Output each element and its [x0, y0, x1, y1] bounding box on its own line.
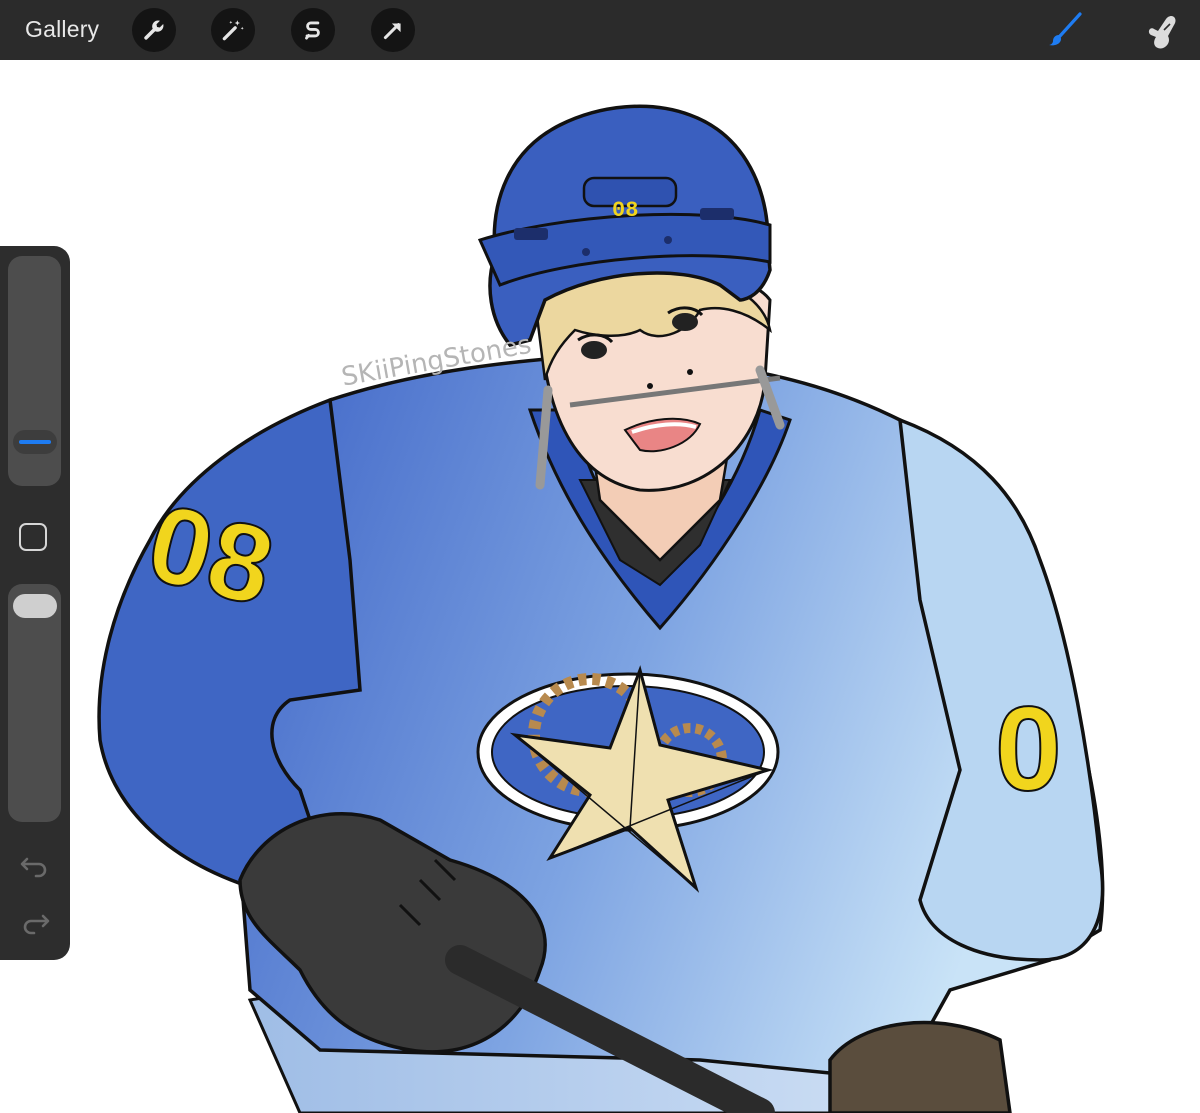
actions-button[interactable]: [132, 8, 176, 52]
brush-button[interactable]: [1046, 10, 1086, 50]
magic-wand-icon: [222, 20, 244, 41]
redo-button[interactable]: [18, 908, 52, 938]
undo-icon: [20, 857, 47, 878]
left-sidebar: [0, 246, 70, 960]
wrench-icon: [144, 20, 164, 40]
gallery-button[interactable]: Gallery: [25, 16, 99, 43]
selection-s-icon: [305, 21, 320, 40]
sleeve-number-right: 0: [995, 682, 1062, 816]
helmet-number: 08: [612, 198, 638, 223]
transform-button[interactable]: [371, 8, 415, 52]
brush-size-slider[interactable]: [8, 256, 61, 486]
transform-arrow-icon: [383, 23, 401, 40]
modify-button[interactable]: [19, 523, 47, 551]
opacity-slider[interactable]: [8, 584, 61, 822]
adjustments-button[interactable]: [211, 8, 255, 52]
smudge-icon: [1148, 15, 1176, 49]
opacity-thumb[interactable]: [13, 594, 57, 618]
redo-icon: [23, 914, 50, 935]
undo-button[interactable]: [18, 851, 52, 881]
top-toolbar: Gallery: [0, 0, 1200, 60]
selection-button[interactable]: [291, 8, 335, 52]
hockey-player-artwork: 08 08 0 SKiiPingStones: [97, 104, 1105, 1113]
brush-size-thumb[interactable]: [13, 430, 57, 454]
drawing-canvas[interactable]: 08 08 0 SKiiPingStones: [0, 60, 1200, 1113]
brush-icon: [1049, 12, 1082, 46]
smudge-button[interactable]: [1142, 10, 1182, 50]
